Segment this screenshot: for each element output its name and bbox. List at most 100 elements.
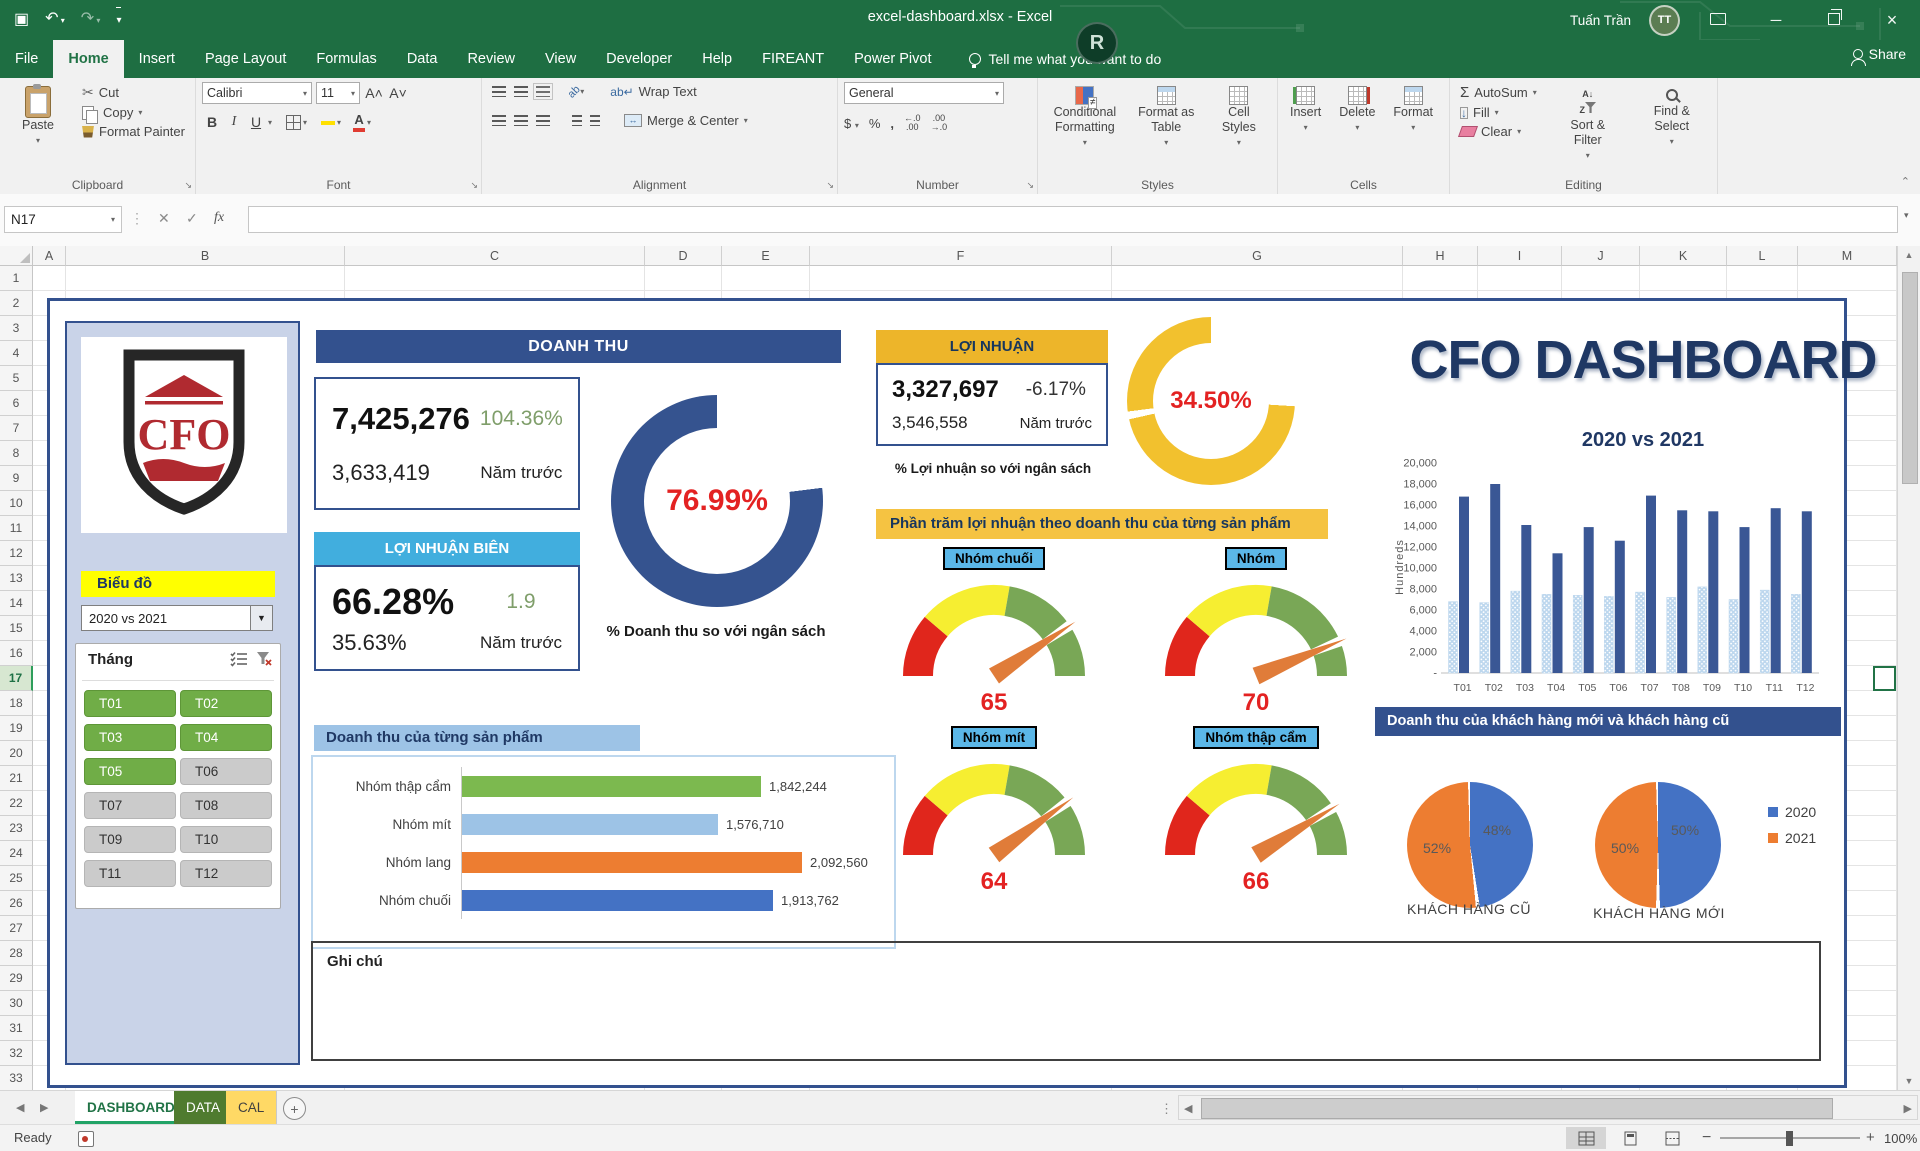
ribbon-tab-data[interactable]: Data [392, 40, 453, 78]
accounting-format-icon[interactable]: $ ▾ [844, 116, 859, 131]
copy-button[interactable]: Copy ▾ [78, 103, 189, 122]
slicer-button-t05[interactable]: T05 [84, 758, 176, 785]
scroll-left-icon[interactable]: ◀ [1184, 1102, 1192, 1115]
notes-box[interactable]: Ghi chú [311, 941, 1821, 1061]
row-header-10[interactable]: 10 [0, 491, 33, 516]
number-dialog-launcher[interactable]: ↘ [1026, 180, 1034, 191]
slicer-button-t08[interactable]: T08 [180, 792, 272, 819]
row-header-19[interactable]: 19 [0, 716, 33, 741]
row-header-23[interactable]: 23 [0, 816, 33, 841]
fill-color-button[interactable] [321, 120, 335, 125]
zoom-slider-thumb[interactable] [1786, 1131, 1793, 1146]
expand-formula-bar-icon[interactable]: ▾ [1904, 210, 1909, 221]
ribbon-display-options-icon[interactable] [1698, 12, 1738, 29]
clipboard-dialog-launcher[interactable]: ↘ [184, 180, 192, 191]
row-header-20[interactable]: 20 [0, 741, 33, 766]
row-header-4[interactable]: 4 [0, 341, 33, 366]
slicer-button-t02[interactable]: T02 [180, 690, 272, 717]
format-painter-button[interactable]: Format Painter [78, 122, 189, 141]
horizontal-scroll-thumb[interactable] [1201, 1098, 1833, 1119]
decrease-indent-icon[interactable] [572, 115, 582, 126]
cut-button[interactable]: ✂Cut [78, 82, 189, 103]
share-button[interactable]: Share [1853, 46, 1906, 62]
align-right-icon[interactable] [536, 115, 550, 126]
ribbon-tab-fireant[interactable]: FIREANT [747, 40, 839, 78]
next-sheet-icon[interactable]: ▶ [40, 1101, 48, 1114]
select-all-corner[interactable] [0, 246, 33, 266]
row-header-5[interactable]: 5 [0, 366, 33, 391]
align-bottom-icon[interactable] [536, 86, 550, 97]
formula-input[interactable] [248, 206, 1898, 233]
gauge-label-1[interactable]: Nhóm chuối [943, 547, 1045, 570]
cancel-entry-icon[interactable]: ✕ [158, 210, 170, 227]
zoom-in-icon[interactable]: + [1866, 1129, 1875, 1146]
row-header-30[interactable]: 30 [0, 991, 33, 1016]
row-header-6[interactable]: 6 [0, 391, 33, 416]
name-box[interactable]: N17▾ [4, 206, 122, 233]
font-color-button[interactable]: A [353, 112, 365, 132]
ribbon-tab-file[interactable]: File [0, 40, 53, 78]
prev-sheet-icon[interactable]: ◀ [16, 1101, 24, 1114]
borders-icon[interactable] [286, 115, 301, 130]
ribbon-tab-developer[interactable]: Developer [591, 40, 687, 78]
insert-cells-button[interactable]: Insert▾ [1284, 82, 1327, 176]
zoom-out-icon[interactable]: − [1702, 1129, 1711, 1147]
collapse-ribbon-icon[interactable]: ⌃ [1901, 175, 1910, 188]
row-header-3[interactable]: 3 [0, 316, 33, 341]
column-header-g[interactable]: G [1112, 246, 1403, 266]
slicer-button-t07[interactable]: T07 [84, 792, 176, 819]
merge-center-button[interactable]: ↔Merge & Center ▾ [620, 111, 752, 130]
decrease-decimal-icon[interactable]: .00→.0 [931, 114, 948, 132]
increase-indent-icon[interactable] [590, 115, 600, 126]
row-header-17[interactable]: 17 [0, 666, 33, 691]
slicer-button-t03[interactable]: T03 [84, 724, 176, 751]
row-header-24[interactable]: 24 [0, 841, 33, 866]
page-layout-view-button[interactable] [1610, 1127, 1650, 1149]
column-header-h[interactable]: H [1403, 246, 1478, 266]
ribbon-tab-formulas[interactable]: Formulas [301, 40, 391, 78]
normal-view-button[interactable] [1566, 1127, 1606, 1149]
row-header-7[interactable]: 7 [0, 416, 33, 441]
page-break-view-button[interactable] [1652, 1127, 1692, 1149]
redo-icon[interactable]: ↷ ▾ [81, 6, 101, 34]
gauge-label-3[interactable]: Nhóm mít [951, 726, 1037, 749]
column-header-f[interactable]: F [810, 246, 1112, 266]
column-header-l[interactable]: L [1727, 246, 1798, 266]
horizontal-scrollbar[interactable]: ◀ ▶ [1178, 1095, 1918, 1120]
row-header-9[interactable]: 9 [0, 466, 33, 491]
italic-button[interactable]: I [224, 112, 244, 132]
row-header-13[interactable]: 13 [0, 566, 33, 591]
row-header-16[interactable]: 16 [0, 641, 33, 666]
sheet-tab-data[interactable]: DATA [174, 1091, 233, 1124]
user-name[interactable]: Tuấn Trần [1570, 13, 1631, 28]
column-header-a[interactable]: A [33, 246, 66, 266]
scroll-right-icon[interactable]: ▶ [1904, 1102, 1912, 1115]
row-header-11[interactable]: 11 [0, 516, 33, 541]
align-left-icon[interactable] [492, 115, 506, 126]
ribbon-tab-insert[interactable]: Insert [124, 40, 190, 78]
vertical-scrollbar[interactable]: ▲ ▼ [1897, 246, 1920, 1090]
ribbon-tab-page-layout[interactable]: Page Layout [190, 40, 301, 78]
sort-filter-button[interactable]: A↓Z Sort & Filter▾ [1551, 82, 1625, 176]
underline-button[interactable]: U [246, 112, 266, 132]
row-header-26[interactable]: 26 [0, 891, 33, 916]
autosum-button[interactable]: ΣAutoSum ▾ [1456, 82, 1541, 103]
column-header-c[interactable]: C [345, 246, 645, 266]
decrease-font-icon[interactable]: A˅ [388, 83, 408, 103]
increase-font-icon[interactable]: A˄ [364, 83, 384, 103]
conditional-formatting-button[interactable]: Conditional Formatting▾ [1044, 82, 1126, 176]
column-header-d[interactable]: D [645, 246, 722, 266]
clear-filter-icon[interactable] [256, 651, 272, 667]
row-header-18[interactable]: 18 [0, 691, 33, 716]
wrap-text-button[interactable]: ab↵Wrap Text [606, 82, 700, 101]
scroll-down-icon[interactable]: ▼ [1898, 1076, 1920, 1086]
active-cell-indicator[interactable] [1873, 666, 1896, 691]
row-header-28[interactable]: 28 [0, 941, 33, 966]
delete-cells-button[interactable]: Delete▾ [1333, 82, 1381, 176]
save-icon[interactable]: ▣ [14, 7, 29, 33]
scroll-up-icon[interactable]: ▲ [1898, 250, 1920, 260]
font-size-select[interactable]: 11▾ [316, 82, 360, 104]
confirm-entry-icon[interactable]: ✓ [186, 210, 198, 227]
row-header-25[interactable]: 25 [0, 866, 33, 891]
slicer-button-t10[interactable]: T10 [180, 826, 272, 853]
